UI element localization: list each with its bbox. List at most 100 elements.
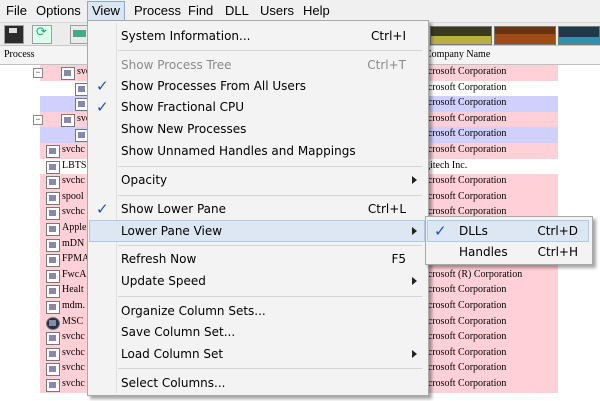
- refresh-icon[interactable]: [32, 25, 52, 44]
- submenu-arrow-icon: [412, 350, 417, 358]
- menu-item-label: Lower Pane View: [121, 224, 223, 238]
- company-name: icrosoft Corporation: [425, 97, 507, 109]
- process-icon: [46, 238, 60, 252]
- process-name: mDN: [62, 237, 85, 249]
- menu-item-label: Save Column Set...: [121, 325, 236, 339]
- menu-item-label: Opacity: [121, 173, 168, 187]
- process-name: FwcA: [62, 268, 87, 280]
- menu-separator: [118, 166, 422, 167]
- process-name: svchc: [62, 331, 85, 343]
- menu-item-label: Organize Column Sets...: [121, 304, 266, 318]
- menu-item-shortcut: Ctrl+L: [367, 202, 406, 216]
- row-tail: [558, 65, 600, 81]
- tree-collapse-icon[interactable]: −: [33, 114, 43, 125]
- process-icon: [46, 191, 60, 205]
- process-icon: [46, 223, 60, 236]
- menu-item-new-processes[interactable]: Show New Processes: [90, 119, 424, 139]
- save-icon[interactable]: [4, 25, 24, 44]
- tree-collapse-icon[interactable]: −: [33, 68, 43, 78]
- menu-item-lower-pane-view[interactable]: Lower Pane View: [89, 220, 425, 242]
- process-name: svchc: [62, 378, 85, 389]
- menu-item-show-lower-pane[interactable]: ✓ Show Lower Pane Ctrl+L: [90, 199, 424, 219]
- io-graph[interactable]: [558, 26, 600, 45]
- row-tail: [558, 361, 600, 377]
- row-tail: [558, 330, 600, 346]
- menu-item-shortcut: Ctrl+T: [367, 58, 406, 72]
- menu-item-system-information[interactable]: System Information... Ctrl+I: [90, 26, 424, 46]
- row-tail: [558, 111, 600, 128]
- submenu-item-dlls[interactable]: ✓ DLLs Ctrl+D: [427, 220, 589, 242]
- menu-view[interactable]: View: [87, 1, 125, 21]
- menu-file[interactable]: File: [2, 2, 31, 20]
- process-icon: [46, 347, 60, 361]
- process-name: MSC: [62, 315, 84, 327]
- row-tail: [558, 174, 600, 190]
- process-name: svchc: [62, 144, 85, 155]
- column-header-process[interactable]: Process: [4, 49, 35, 60]
- menu-item-label: Show Fractional CPU: [121, 100, 244, 114]
- menu-item-label: Refresh Now: [121, 252, 197, 266]
- checkmark-icon: ✓: [96, 200, 109, 218]
- menu-item-opacity[interactable]: Opacity: [90, 170, 424, 190]
- menu-separator: [118, 296, 422, 297]
- menu-item-save-column-set[interactable]: Save Column Set...: [90, 322, 424, 342]
- company-name: icrosoft Corporation: [425, 315, 507, 327]
- menu-find[interactable]: Find: [184, 2, 217, 20]
- process-name: mdm.: [62, 300, 86, 311]
- column-header-company[interactable]: Company Name: [425, 49, 490, 60]
- process-icon: [61, 113, 75, 127]
- process-icon: [46, 176, 60, 190]
- company-name: icrosoft Corporation: [425, 378, 507, 389]
- menu-item-fractional-cpu[interactable]: ✓ Show Fractional CPU: [90, 97, 424, 117]
- menu-item-label: Show New Processes: [121, 122, 247, 136]
- submenu-arrow-icon: [412, 227, 417, 235]
- company-name: gitech Inc.: [425, 159, 468, 171]
- menu-options[interactable]: Options: [32, 2, 85, 20]
- process-name: Healt: [62, 284, 84, 296]
- company-name: icrosoft Corporation: [425, 144, 507, 155]
- submenu-item-label: DLLs: [459, 224, 488, 238]
- submenu-item-shortcut: Ctrl+D: [537, 224, 578, 238]
- process-name: spool: [62, 190, 84, 202]
- menu-item-label: System Information...: [121, 29, 251, 43]
- company-name: icrosoft Corporation: [425, 66, 507, 77]
- submenu-item-handles[interactable]: Handles Ctrl+H: [428, 242, 588, 262]
- menu-separator: [118, 245, 422, 246]
- company-name: icrosoft Corporation: [425, 331, 507, 343]
- cpu-graph[interactable]: [430, 26, 492, 45]
- process-icon: [46, 269, 60, 283]
- process-icon: [46, 145, 60, 158]
- submenu-item-label: Handles: [459, 245, 508, 259]
- menu-item-update-speed[interactable]: Update Speed: [90, 271, 424, 291]
- commit-graph[interactable]: [494, 26, 556, 45]
- menu-item-label: Show Processes From All Users: [121, 79, 307, 93]
- menu-item-refresh-now[interactable]: Refresh Now F5: [90, 249, 424, 269]
- menu-users[interactable]: Users: [256, 2, 298, 20]
- menu-item-label: Select Columns...: [121, 376, 226, 390]
- menu-help[interactable]: Help: [299, 2, 334, 20]
- menu-item-label: Show Lower Pane: [121, 202, 226, 216]
- menu-process[interactable]: Process: [130, 2, 185, 20]
- process-name: FPMA: [62, 253, 90, 265]
- row-tail: [558, 345, 600, 362]
- checkmark-icon: ✓: [434, 222, 447, 240]
- process-icon: [46, 160, 60, 174]
- company-name: icrosoft Corporation: [425, 128, 507, 140]
- menu-item-label: Show Unnamed Handles and Mappings: [121, 144, 356, 158]
- menu-item-label: Load Column Set: [121, 347, 224, 361]
- process-name: Apple: [62, 222, 87, 233]
- menu-item-unnamed-handles[interactable]: Show Unnamed Handles and Mappings: [90, 141, 424, 161]
- menu-item-show-process-tree[interactable]: Show Process Tree Ctrl+T: [90, 55, 424, 75]
- menu-separator: [118, 195, 422, 196]
- menu-item-select-columns[interactable]: Select Columns...: [90, 373, 424, 393]
- menu-item-organize-column-sets[interactable]: Organize Column Sets...: [90, 301, 424, 321]
- company-name: icrosoft Corporation: [425, 346, 507, 358]
- menu-item-load-column-set[interactable]: Load Column Set: [90, 344, 424, 364]
- menu-item-show-all-users[interactable]: ✓ Show Processes From All Users: [90, 76, 424, 96]
- checkmark-icon: ✓: [96, 98, 109, 116]
- process-icon: [46, 207, 60, 221]
- row-tail: [558, 377, 600, 393]
- menu-dll[interactable]: DLL: [221, 2, 253, 20]
- process-name: svchc: [62, 175, 85, 187]
- lower-pane-view-submenu: ✓ DLLs Ctrl+D Handles Ctrl+H: [425, 216, 593, 265]
